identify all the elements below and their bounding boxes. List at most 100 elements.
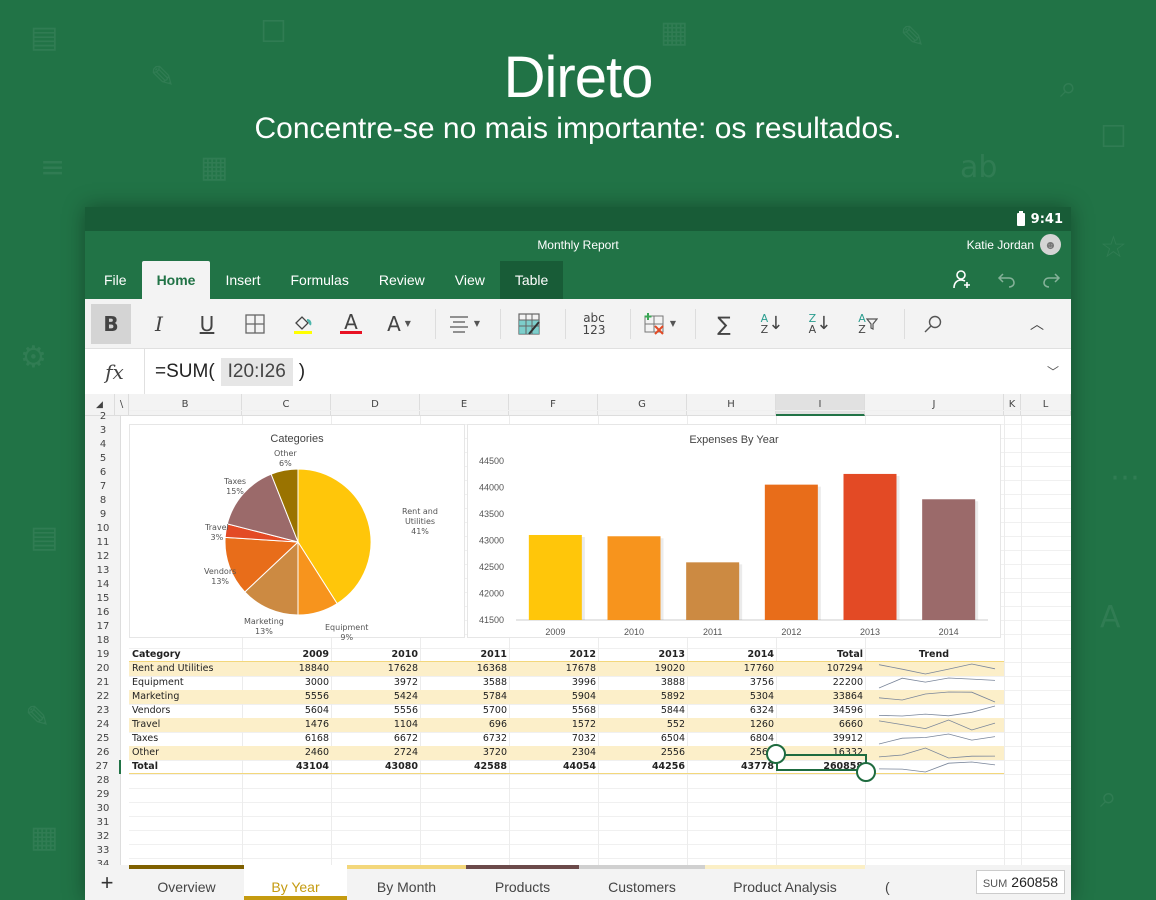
value-cell[interactable]: 5892: [600, 690, 685, 704]
header-cell[interactable]: 2012: [511, 648, 596, 662]
value-cell[interactable]: 43104: [244, 760, 329, 774]
row-header[interactable]: 21: [85, 676, 121, 690]
value-cell[interactable]: 17628: [333, 662, 418, 676]
row-header[interactable]: 33: [85, 844, 121, 858]
sheet-tab-truncated[interactable]: (: [865, 865, 890, 900]
value-cell[interactable]: 3756: [689, 676, 774, 690]
row-header[interactable]: 6: [85, 466, 121, 480]
value-cell[interactable]: 7032: [511, 732, 596, 746]
cells-area[interactable]: Categories Rent and Utilities 41% Equipmen…: [129, 410, 1071, 865]
value-cell[interactable]: 6732: [422, 732, 507, 746]
spreadsheet-grid[interactable]: ◢ \ B C D E F G H I J K L 2 3 4 5 6 7 8 9 10 11 12…: [85, 394, 1071, 865]
bold-button[interactable]: B: [91, 303, 131, 344]
bar-chart-expenses[interactable]: Expenses By Year 41500 42000 42500 43000 435…: [467, 424, 1001, 638]
sheet-tab-products[interactable]: Products: [466, 865, 579, 900]
row-header[interactable]: 22: [85, 690, 121, 704]
function-icon[interactable]: fx: [85, 349, 145, 394]
row-header[interactable]: 3: [85, 424, 121, 438]
category-cell[interactable]: Taxes: [132, 732, 242, 746]
header-cell[interactable]: 2009: [244, 648, 329, 662]
value-cell[interactable]: 3000: [244, 676, 329, 690]
total-cell[interactable]: 107294: [778, 662, 863, 676]
tab-home[interactable]: Home: [141, 261, 211, 299]
row-header[interactable]: 19: [85, 648, 121, 662]
value-cell[interactable]: 6672: [333, 732, 418, 746]
bar-2009[interactable]: [528, 534, 582, 620]
bar-2014[interactable]: [922, 499, 976, 620]
row-header[interactable]: 27: [85, 760, 121, 774]
value-cell[interactable]: 6804: [689, 732, 774, 746]
value-cell[interactable]: 17678: [511, 662, 596, 676]
column-header[interactable]: G: [598, 394, 687, 416]
row-header[interactable]: 34: [85, 858, 121, 865]
bar-2013[interactable]: [843, 473, 897, 620]
search-button[interactable]: [913, 304, 953, 344]
total-cell[interactable]: 33864: [778, 690, 863, 704]
tab-review[interactable]: Review: [364, 261, 440, 299]
value-cell[interactable]: 5904: [511, 690, 596, 704]
value-cell[interactable]: 5304: [689, 690, 774, 704]
value-cell[interactable]: 5424: [333, 690, 418, 704]
row-header[interactable]: 10: [85, 522, 121, 536]
total-cell[interactable]: 22200: [778, 676, 863, 690]
sort-ascending-button[interactable]: A Z ↓: [752, 304, 792, 344]
total-cell[interactable]: 39912: [778, 732, 863, 746]
selected-cell-i27[interactable]: [776, 754, 867, 771]
value-cell[interactable]: 3588: [422, 676, 507, 690]
row-header[interactable]: 16: [85, 606, 121, 620]
value-cell[interactable]: 1572: [511, 718, 596, 732]
row-header[interactable]: 26: [85, 746, 121, 760]
value-cell[interactable]: 1104: [333, 718, 418, 732]
column-header[interactable]: K: [1004, 394, 1021, 416]
collapse-ribbon-button[interactable]: ︿: [1017, 304, 1057, 344]
value-cell[interactable]: 18840: [244, 662, 329, 676]
category-cell[interactable]: Vendors: [132, 704, 242, 718]
value-cell[interactable]: 1476: [244, 718, 329, 732]
column-header[interactable]: J: [865, 394, 1004, 416]
sheet-tab-by-year[interactable]: By Year: [244, 865, 347, 900]
underline-button[interactable]: U: [187, 304, 227, 344]
value-cell[interactable]: 5568: [511, 704, 596, 718]
bar-2012[interactable]: [764, 484, 818, 620]
header-cell[interactable]: 2014: [689, 648, 774, 662]
font-color-button[interactable]: A: [331, 304, 371, 344]
align-button[interactable]: ▼: [444, 304, 484, 344]
value-cell[interactable]: 6168: [244, 732, 329, 746]
column-header[interactable]: B: [129, 394, 242, 416]
row-header[interactable]: 4: [85, 438, 121, 452]
row-header[interactable]: 29: [85, 788, 121, 802]
value-cell[interactable]: 6504: [600, 732, 685, 746]
tab-file[interactable]: File: [89, 261, 142, 299]
row-header[interactable]: 2: [85, 410, 121, 424]
column-header[interactable]: E: [420, 394, 509, 416]
share-person-icon[interactable]: [951, 268, 973, 290]
value-cell[interactable]: 44256: [600, 760, 685, 774]
total-cell[interactable]: 6660: [778, 718, 863, 732]
row-header[interactable]: 8: [85, 494, 121, 508]
row-header[interactable]: 32: [85, 830, 121, 844]
row-header[interactable]: 7: [85, 480, 121, 494]
tab-view[interactable]: View: [440, 261, 500, 299]
tab-formulas[interactable]: Formulas: [275, 261, 363, 299]
sheet-tab-overview[interactable]: Overview: [129, 865, 244, 900]
header-cell[interactable]: 2011: [422, 648, 507, 662]
autosum-button[interactable]: ∑: [704, 304, 744, 344]
value-cell[interactable]: 1260: [689, 718, 774, 732]
header-cell[interactable]: 2010: [333, 648, 418, 662]
selection-handle-start[interactable]: [766, 744, 786, 764]
avatar[interactable]: ☻: [1040, 234, 1061, 255]
category-cell[interactable]: Equipment: [132, 676, 242, 690]
value-cell[interactable]: 696: [422, 718, 507, 732]
row-header[interactable]: 17: [85, 620, 121, 634]
row-header[interactable]: 24: [85, 718, 121, 732]
row-header[interactable]: 18: [85, 634, 121, 648]
bar-2011[interactable]: [686, 562, 740, 620]
value-cell[interactable]: 5700: [422, 704, 507, 718]
selection-handle-end[interactable]: [856, 762, 876, 782]
column-header[interactable]: D: [331, 394, 420, 416]
fill-color-button[interactable]: [283, 304, 323, 344]
row-header[interactable]: 11: [85, 536, 121, 550]
value-cell[interactable]: 5556: [244, 690, 329, 704]
header-cell[interactable]: Total: [778, 648, 863, 662]
value-cell[interactable]: 2568: [689, 746, 774, 760]
